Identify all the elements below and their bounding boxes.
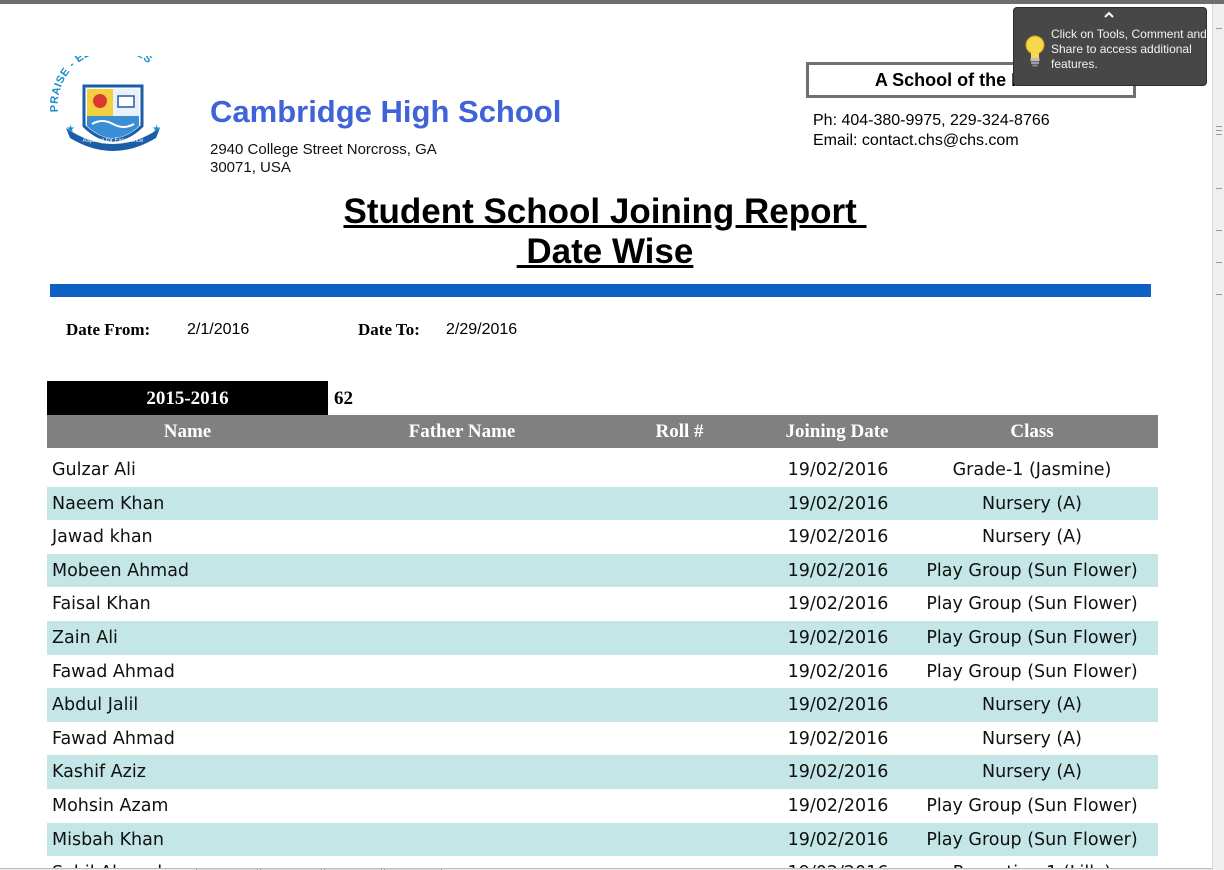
- joining-date-cell: 19/02/2016: [787, 460, 889, 480]
- joining-date-cell: 19/02/2016: [787, 695, 889, 716]
- svg-text:★: ★: [152, 124, 161, 135]
- student-name-cell: Zain Ali: [52, 627, 118, 648]
- table-header: Name Father Name Roll # Joining Date Cla…: [47, 415, 1158, 448]
- column-header-joining-date: Joining Date: [785, 421, 889, 442]
- table-row: Kashif Aziz 19/02/2016 Nursery (A): [47, 755, 1158, 789]
- column-header-roll: Roll #: [655, 421, 704, 442]
- vertical-scrollbar[interactable]: [1212, 4, 1224, 870]
- joining-date-cell: 19/02/2016: [787, 795, 889, 816]
- table-row: Mohsin Azam 19/02/2016 Play Group (Sun Flo…: [47, 789, 1158, 823]
- student-name-cell: Faisal Khan: [52, 594, 151, 615]
- school-address-line1: 2940 College Street Norcross, GA: [210, 141, 437, 158]
- student-name-cell: Jawad khan: [52, 527, 153, 548]
- class-cell: Play Group (Sun Flower): [926, 594, 1138, 615]
- student-name-cell: Gulzar Ali: [52, 460, 136, 480]
- joining-date-cell: 19/02/2016: [787, 560, 889, 581]
- header-divider: [50, 284, 1151, 297]
- class-cell: Nursery (A): [981, 728, 1082, 749]
- table-row: Zain Ali 19/02/2016 Play Group (Sun Flower…: [47, 620, 1158, 655]
- chevron-up-icon[interactable]: [1102, 10, 1116, 20]
- report-title-line1: Student School Joining Report: [343, 192, 867, 231]
- school-email: Email: contact.chs@chs.com: [813, 132, 1019, 149]
- report-title-line2: Date Wise: [516, 232, 694, 271]
- student-count: 62: [334, 388, 353, 409]
- student-name-cell: Mohsin Azam: [52, 795, 169, 816]
- logo-motto: Aspiring for Excellence: [82, 138, 144, 144]
- table-row: Misbah Khan 19/02/2016 Play Group (Sun Flo…: [47, 822, 1158, 857]
- school-name: Cambridge High School: [210, 94, 562, 129]
- features-tooltip[interactable]: Click on Tools, Comment and Share to acc…: [1013, 7, 1207, 86]
- joining-date-cell: 19/02/2016: [787, 527, 889, 548]
- student-name-cell: Fawad Ahmad: [52, 728, 175, 749]
- table-row: Fawad Ahmad 19/02/2016 Play Group (Sun Flo…: [47, 655, 1158, 689]
- student-name-cell: Fawad Ahmad: [52, 661, 175, 682]
- joining-date-cell: 19/02/2016: [787, 661, 889, 682]
- table-row: Abdul Jalil 19/02/2016 Nursery (A): [47, 688, 1158, 722]
- student-table-body: Gulzar Ali 19/02/2016 Grade-1 (Jasmine) Nae…: [47, 453, 1158, 870]
- column-header-class: Class: [1010, 421, 1054, 442]
- date-from-value: 2/1/2016: [187, 321, 250, 338]
- student-name-cell: Kashif Aziz: [52, 762, 146, 783]
- school-logo: PRAISE - EL SCHOOLS Aspiring for Excelle…: [49, 56, 161, 151]
- column-header-father-name: Father Name: [408, 421, 516, 442]
- student-name-cell: Misbah Khan: [52, 829, 164, 850]
- table-row: Gulzar Ali 19/02/2016 Grade-1 (Jasmine): [47, 453, 1158, 487]
- class-cell: Nursery (A): [981, 527, 1082, 548]
- joining-date-cell: 19/02/2016: [787, 627, 889, 648]
- school-phone: Ph: 404-380-9975, 229-324-8766: [813, 112, 1050, 129]
- joining-date-cell: 19/02/2016: [787, 762, 889, 783]
- column-header-name: Name: [163, 421, 212, 442]
- tooltip-text: Click on Tools, Comment and Share to acc…: [1051, 27, 1207, 71]
- joining-date-cell: 19/02/2016: [787, 829, 889, 850]
- student-name-cell: Mobeen Ahmad: [52, 560, 190, 581]
- class-cell: Play Group (Sun Flower): [926, 627, 1138, 648]
- date-to-label: Date To:: [358, 320, 420, 339]
- joining-date-cell: 19/02/2016: [787, 493, 889, 514]
- lightbulb-icon: [1025, 35, 1045, 67]
- table-row: Faisal Khan 19/02/2016 Play Group (Sun Flo…: [47, 587, 1158, 621]
- student-name-cell: Naeem Khan: [52, 493, 165, 514]
- class-cell: Nursery (A): [981, 762, 1082, 783]
- class-cell: Play Group (Sun Flower): [926, 829, 1138, 850]
- session-label: 2015-2016: [47, 381, 328, 415]
- joining-date-cell: 19/02/2016: [787, 728, 889, 749]
- table-row: Fawad Ahmad 19/02/2016 Nursery (A): [47, 722, 1158, 756]
- table-row: Mobeen Ahmad 19/02/2016 Play Group (Sun Fl…: [47, 553, 1158, 588]
- table-row: Jawad khan 19/02/2016 Nursery (A): [47, 520, 1158, 554]
- class-cell: Grade-1 (Jasmine): [952, 460, 1112, 480]
- report-page: PRAISE - EL SCHOOLS Aspiring for Excelle…: [0, 4, 1212, 870]
- class-cell: Play Group (Sun Flower): [926, 795, 1138, 816]
- class-cell: Play Group (Sun Flower): [926, 661, 1138, 682]
- student-name-cell: Abdul Jalil: [52, 695, 139, 716]
- joining-date-cell: 19/02/2016: [787, 594, 889, 615]
- svg-text:★: ★: [66, 124, 75, 135]
- date-from-label: Date From:: [66, 320, 151, 339]
- school-address-line2: 30071, USA: [210, 159, 291, 176]
- date-to-value: 2/29/2016: [446, 321, 518, 338]
- class-cell: Nursery (A): [981, 493, 1082, 514]
- class-cell: Nursery (A): [981, 695, 1082, 716]
- table-row: Naeem Khan 19/02/2016 Nursery (A): [47, 486, 1158, 521]
- class-cell: Play Group (Sun Flower): [926, 560, 1138, 581]
